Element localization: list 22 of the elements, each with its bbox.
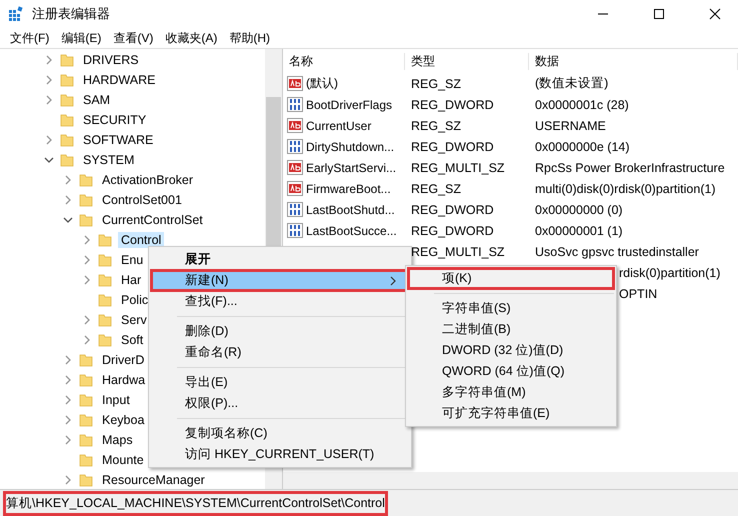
value-type: REG_DWORD <box>411 202 494 216</box>
value-data: multi(0)disk(0)rdisk(0)partition(1) <box>535 182 716 196</box>
value-type: REG_SZ <box>411 118 462 132</box>
value-data: rdisk(0)partition(1) <box>619 266 720 280</box>
value-data: UsoSvc gpsvc trustedinstaller <box>535 244 699 258</box>
status-path: 算机\HKEY_LOCAL_MACHINE\SYSTEM\CurrentControlSet\Control <box>4 492 387 515</box>
value-data: 0x0000000e (14) <box>535 140 630 154</box>
value-data: USERNAME <box>535 118 606 132</box>
value-type: REG_MULTI_SZ <box>411 160 505 174</box>
value-type: REG_DWORD <box>411 224 494 238</box>
value-type: REG_DWORD <box>411 140 494 154</box>
value-type: REG_DWORD <box>411 98 494 112</box>
value-data: 0x0000001c (28) <box>535 98 629 112</box>
window-title: 注册表编辑器 <box>32 5 111 23</box>
value-data: 0x00000001 (1) <box>535 224 623 238</box>
value-data: RpcSs Power BrokerInfrastructure <box>535 160 725 174</box>
value-data: 0x00000000 (0) <box>535 202 623 216</box>
value-type: REG_SZ <box>411 76 462 90</box>
value-data: (数值未设置) <box>535 76 608 90</box>
value-type: REG_SZ <box>411 182 462 196</box>
value-data: OPTIN <box>619 286 658 300</box>
value-type: REG_MULTI_SZ <box>411 244 505 258</box>
